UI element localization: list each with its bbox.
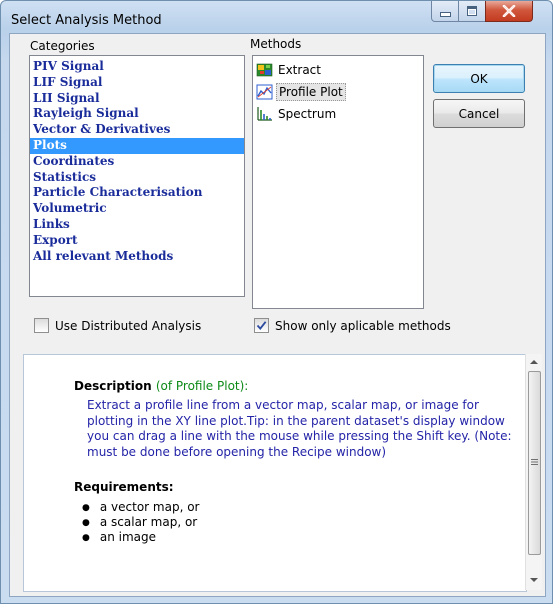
method-item-profile-plot[interactable]: Profile Plot (253, 81, 423, 103)
scrollbar-thumb[interactable] (528, 371, 541, 555)
method-item-extract[interactable]: Extract (253, 59, 423, 81)
maximize-icon (467, 6, 477, 16)
methods-listbox[interactable]: Extract Profile Plot Spectrum (252, 55, 424, 309)
category-item-piv-signal[interactable]: PIV Signal (30, 59, 244, 75)
use-distributed-analysis-label: Use Distributed Analysis (55, 318, 202, 333)
method-item-spectrum[interactable]: Spectrum (253, 103, 423, 125)
requirement-item: an image (82, 530, 199, 545)
dialog-client-area: Categories PIV Signal LIF Signal LII Sig… (9, 33, 546, 597)
method-label-profile-plot: Profile Plot (276, 83, 346, 101)
extract-icon (256, 62, 274, 78)
categories-listbox[interactable]: PIV Signal LIF Signal LII Signal Rayleig… (29, 55, 245, 297)
category-item-statistics[interactable]: Statistics (30, 170, 244, 186)
close-button[interactable] (485, 1, 533, 22)
category-item-plots[interactable]: Plots (30, 137, 244, 154)
requirement-item: a scalar map, or (82, 515, 199, 530)
description-panel: Description (of Profile Plot): Extract a… (23, 354, 527, 592)
use-distributed-analysis-checkbox[interactable]: Use Distributed Analysis (34, 318, 201, 333)
category-item-volumetric[interactable]: Volumetric (30, 201, 244, 217)
scroll-up-arrow-icon[interactable] (530, 359, 538, 365)
methods-label: Methods (250, 37, 302, 51)
checked-box-icon (254, 318, 269, 333)
category-item-links[interactable]: Links (30, 217, 244, 233)
scroll-down-arrow-icon[interactable] (530, 577, 538, 583)
maximize-button[interactable] (458, 1, 486, 22)
description-title: Description (74, 379, 152, 393)
method-label-spectrum: Spectrum (278, 107, 337, 121)
category-item-lii-signal[interactable]: LII Signal (30, 91, 244, 107)
categories-label: Categories (30, 39, 95, 53)
description-subtitle: (of Profile Plot): (155, 379, 249, 393)
show-applicable-methods-label: Show only aplicable methods (275, 318, 451, 333)
ok-button[interactable]: OK (433, 64, 525, 93)
description-heading: Description (of Profile Plot): (74, 379, 248, 393)
category-item-all-relevant-methods[interactable]: All relevant Methods (30, 249, 244, 265)
dialog-window: Select Analysis Method Categories PIV Si… (0, 0, 553, 604)
category-item-vector-derivatives[interactable]: Vector & Derivatives (30, 122, 244, 138)
description-scrollbar[interactable] (525, 354, 542, 590)
requirement-item: a vector map, or (82, 500, 200, 515)
category-item-export[interactable]: Export (30, 233, 244, 249)
minimize-icon (439, 11, 451, 17)
show-applicable-methods-checkbox[interactable]: Show only aplicable methods (254, 318, 451, 333)
minimize-button[interactable] (431, 1, 459, 22)
cancel-button[interactable]: Cancel (433, 99, 525, 128)
profile-plot-icon (256, 84, 274, 100)
category-item-lif-signal[interactable]: LIF Signal (30, 75, 244, 91)
window-title: Select Analysis Method (11, 13, 162, 28)
spectrum-icon (256, 106, 274, 122)
category-item-coordinates[interactable]: Coordinates (30, 154, 244, 170)
close-icon (502, 5, 516, 17)
requirements-list: a vector map, or a scalar map, or an ima… (82, 500, 200, 545)
title-bar[interactable]: Select Analysis Method (1, 1, 552, 35)
unchecked-box-icon (34, 318, 49, 333)
scroll-grip-icon (531, 459, 538, 465)
category-item-particle-characterisation[interactable]: Particle Characterisation (30, 185, 244, 201)
category-item-rayleigh-signal[interactable]: Rayleigh Signal (30, 106, 244, 122)
requirements-heading: Requirements: (74, 480, 174, 494)
description-text: Extract a profile line from a vector map… (87, 398, 512, 459)
method-label-extract: Extract (278, 63, 321, 77)
